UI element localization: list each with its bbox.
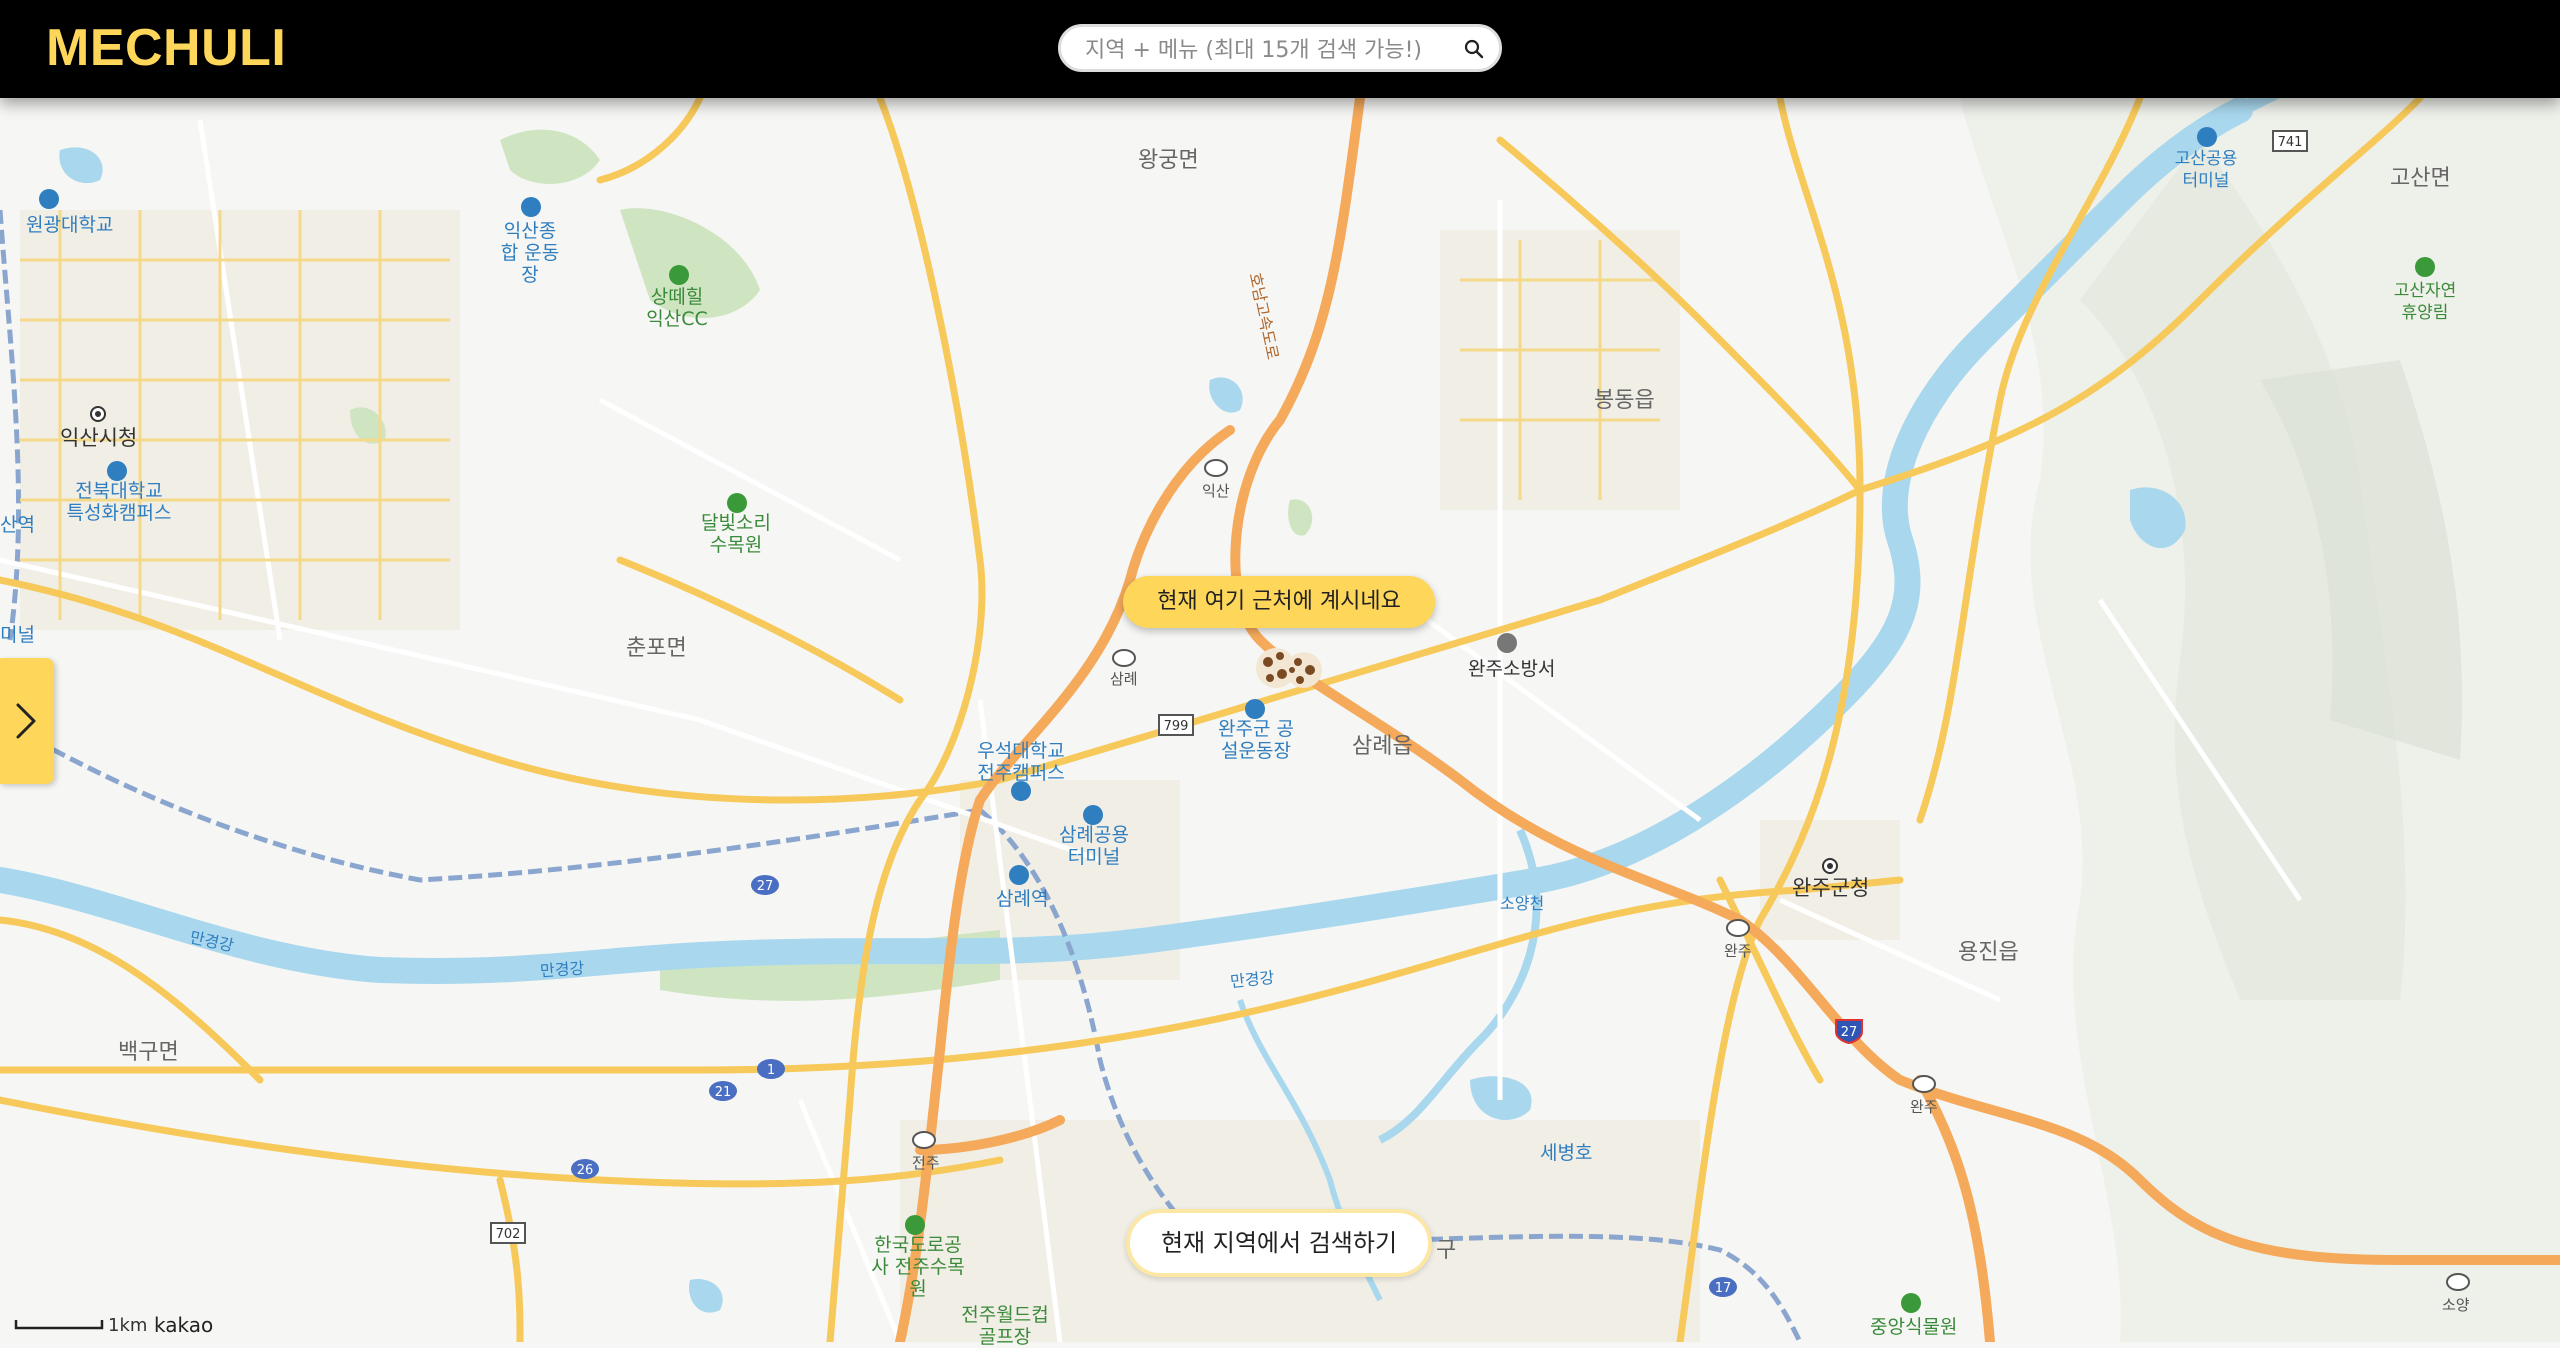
svg-text:27: 27 xyxy=(757,879,774,894)
kakao-logo[interactable]: kakao xyxy=(154,1313,213,1337)
current-location-text: 현재 여기 근처에 계시네요 xyxy=(1157,589,1401,614)
interchange-icon xyxy=(912,1131,936,1149)
label-iksan-stadium: 익산종합 운동장 xyxy=(500,220,560,286)
svg-text:27: 27 xyxy=(1841,1025,1858,1040)
bus-terminal-icon xyxy=(2197,127,2217,147)
forest-icon xyxy=(2415,257,2435,277)
svg-text:21: 21 xyxy=(715,1085,732,1100)
label-woosuk: 우석대학교 전주캠퍼스 xyxy=(977,740,1065,784)
label-jbnu-special: 전북대학교 특성화캠퍼스 xyxy=(66,480,172,524)
route-shield-27: 27 xyxy=(751,875,779,895)
label-sangtaehill: 상떼힐 익산CC xyxy=(646,286,708,330)
label-ic-iksan-jc: 익산 xyxy=(1202,482,1230,500)
svg-text:17: 17 xyxy=(1715,1281,1732,1296)
junction-icon xyxy=(1912,1075,1936,1093)
label-fragment-terminal: 미널 xyxy=(0,624,35,646)
label-ex-arboretum: 한국도로공사 전주수목원 xyxy=(871,1234,965,1300)
label-wonkwang: 원광대학교 xyxy=(26,214,114,236)
label-fragment-station: 산역 xyxy=(0,514,35,536)
interchange-icon xyxy=(1726,919,1750,937)
label-iksan-cityhall: 익산시청 xyxy=(60,426,138,450)
label-samnye: 삼례읍 xyxy=(1352,734,1413,759)
label-chunpo: 춘포면 xyxy=(626,636,687,661)
label-central-garden: 중앙식물원 xyxy=(1870,1316,1958,1338)
golf-icon xyxy=(669,265,689,285)
stadium-icon xyxy=(1245,699,1265,719)
label-gosan-terminal: 고산공용 터미널 xyxy=(2174,149,2238,191)
label-mangyeong-3: 만경강 xyxy=(1229,967,1276,992)
label-gosan: 고산면 xyxy=(2390,166,2451,191)
sidebar-toggle-button[interactable] xyxy=(0,658,54,784)
bus-terminal-icon xyxy=(1083,805,1103,825)
university-icon xyxy=(39,189,59,209)
interchange-icon xyxy=(1112,649,1136,667)
label-samnye-terminal: 삼례공용 터미널 xyxy=(1059,824,1129,868)
label-soyangcheon: 소양천 xyxy=(1500,894,1545,913)
expressway-shield-27: 27 xyxy=(1835,1019,1863,1044)
search-icon[interactable] xyxy=(1463,38,1485,60)
svg-text:1: 1 xyxy=(767,1063,775,1078)
route-shield-17: 17 xyxy=(1709,1277,1737,1297)
arboretum-icon xyxy=(905,1215,925,1235)
label-wanju-gunhall: 완주군청 xyxy=(1792,876,1870,900)
university-icon xyxy=(1011,781,1031,801)
route-shield-21: 21 xyxy=(709,1081,737,1101)
fire-station-icon xyxy=(1497,633,1517,653)
label-ic-jeonju: 전주 xyxy=(912,1154,940,1172)
label-bongdong: 봉동읍 xyxy=(1594,388,1655,413)
top-header-bar: MECHULI xyxy=(0,0,2560,98)
svg-text:702: 702 xyxy=(496,1227,521,1242)
current-location-marker[interactable] xyxy=(1252,640,1332,696)
label-worldcup-golf: 전주월드컵 골프장 xyxy=(961,1304,1049,1348)
label-ic-soyang: 소양 xyxy=(2442,1296,2470,1314)
train-station-icon xyxy=(1009,865,1029,885)
label-fragment-gu: 구 xyxy=(1436,1238,1457,1263)
current-location-bubble: 현재 여기 근처에 계시네요 xyxy=(1123,576,1435,628)
route-shield-26: 26 xyxy=(571,1159,599,1179)
label-baekgu: 백구면 xyxy=(118,1040,179,1065)
search-this-area-button[interactable]: 현재 지역에서 검색하기 xyxy=(1126,1209,1432,1277)
city-hall-icon xyxy=(90,406,106,422)
route-shield-702: 702 xyxy=(490,1222,526,1244)
route-shield-1: 1 xyxy=(757,1059,785,1079)
brand-logo[interactable]: MECHULI xyxy=(46,18,286,78)
label-ic-wanju: 완주 xyxy=(1724,942,1752,960)
label-dalbit: 달빛소리 수목원 xyxy=(701,512,771,556)
search-box[interactable] xyxy=(1058,24,1502,72)
label-ic-samnye: 삼례 xyxy=(1110,670,1138,688)
label-yongjin: 용진읍 xyxy=(1958,940,2019,965)
stadium-icon xyxy=(521,197,541,217)
scale-bar xyxy=(14,1320,104,1330)
label-sebyeongho: 세병호 xyxy=(1540,1142,1593,1164)
junction-icon xyxy=(1204,459,1228,477)
svg-text:741: 741 xyxy=(2278,135,2303,150)
route-shield-741: 741 xyxy=(2272,130,2308,152)
label-samnye-station: 삼례역 xyxy=(996,888,1049,910)
scale-label: 1km xyxy=(108,1315,148,1336)
label-wanju-fire: 완주소방서 xyxy=(1468,658,1556,680)
svg-text:799: 799 xyxy=(1164,719,1189,734)
label-wanju-stadium: 완주군 공설운동장 xyxy=(1218,718,1294,762)
label-wanggung: 왕궁면 xyxy=(1138,148,1199,173)
label-mangyeong-2: 만경강 xyxy=(539,958,585,981)
chevron-right-icon xyxy=(16,703,36,739)
university-icon xyxy=(107,461,127,481)
svg-text:26: 26 xyxy=(577,1163,594,1178)
interchange-icon xyxy=(2446,1273,2470,1291)
route-shield-799: 799 xyxy=(1158,714,1194,736)
garden-icon xyxy=(1901,1293,1921,1313)
label-ic-wanju-jc: 완주 xyxy=(1910,1098,1938,1116)
county-hall-icon xyxy=(1822,858,1838,874)
search-input[interactable] xyxy=(1083,35,1457,65)
park-icon xyxy=(727,493,747,513)
label-gosan-forest: 고산자연 휴양림 xyxy=(2393,281,2457,323)
search-this-area-label: 현재 지역에서 검색하기 xyxy=(1160,1229,1398,1257)
map-canvas[interactable]: 왕궁면 고산면 봉동읍 춘포면 삼례읍 용진읍 백구면 익산시청 완주군청 원광… xyxy=(0,0,2560,1348)
